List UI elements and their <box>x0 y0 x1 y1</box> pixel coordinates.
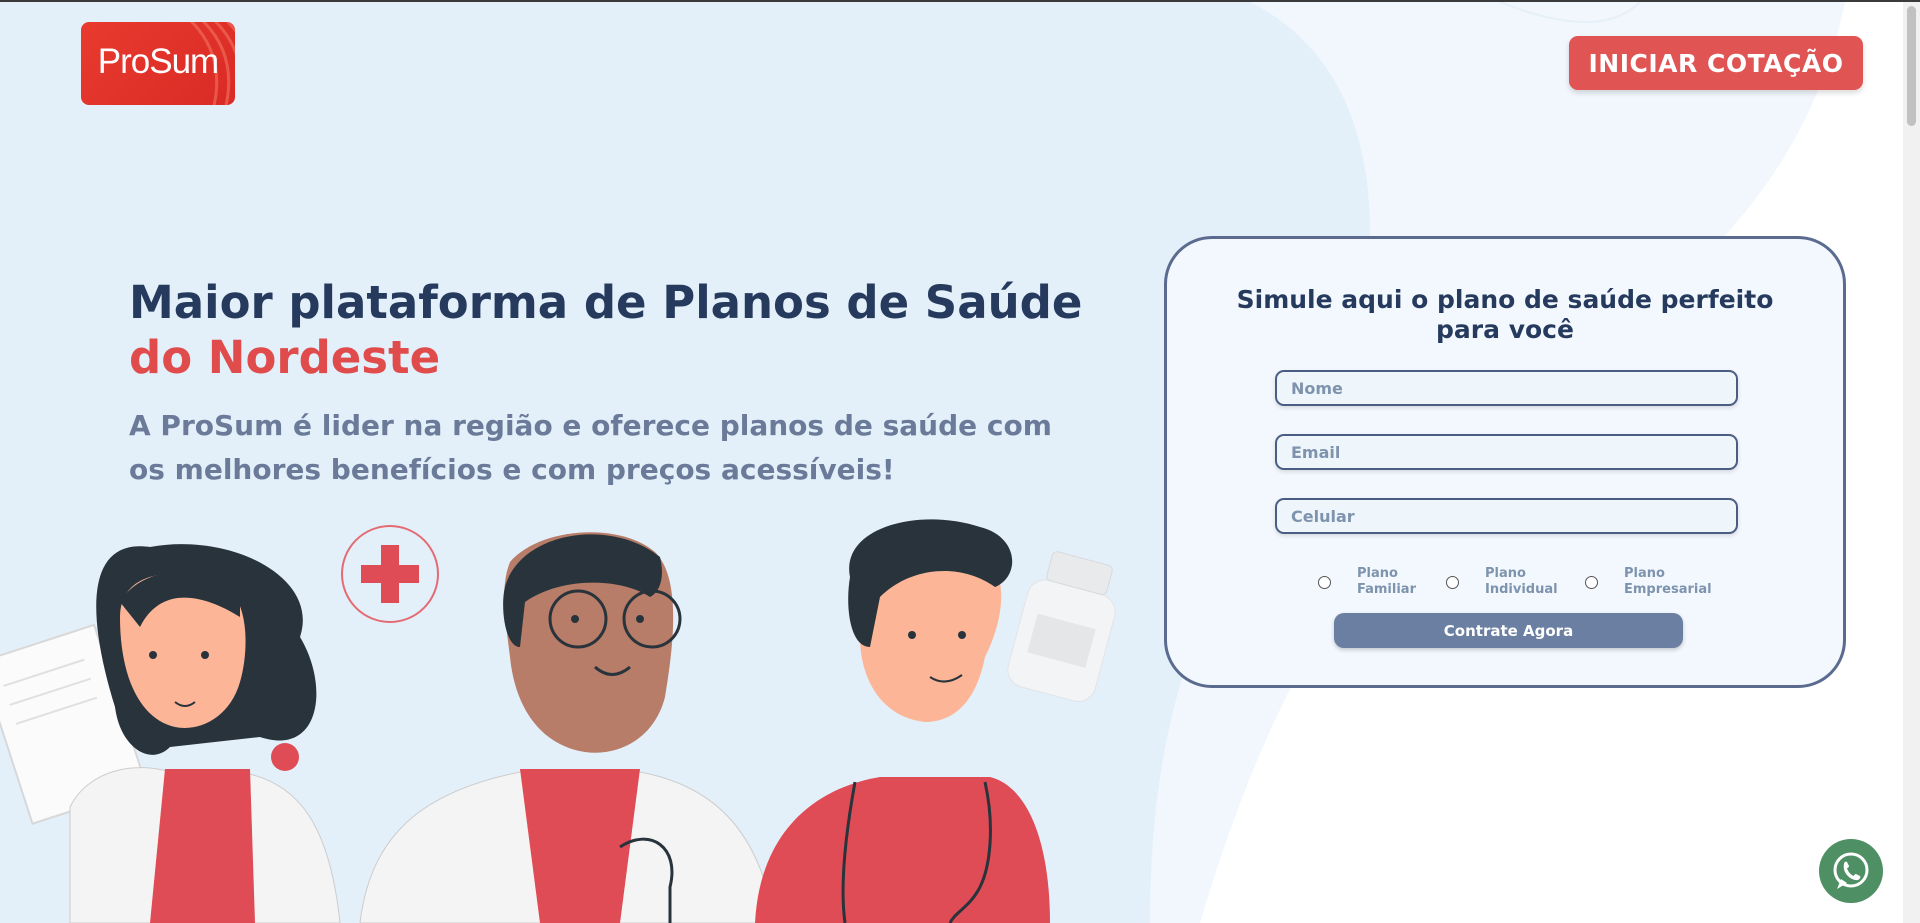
pill-bottle-illustration <box>1007 551 1116 702</box>
radio-option-familiar[interactable]: Plano Familiar <box>1318 566 1427 598</box>
radio-label: Plano Familiar <box>1357 566 1416 597</box>
whatsapp-button[interactable] <box>1819 839 1883 903</box>
headline-accent: do Nordeste <box>129 331 441 384</box>
submit-button[interactable]: Contrate Agora <box>1334 613 1683 648</box>
headline-main: Maior plataforma de Planos de Saúde <box>129 276 1083 329</box>
name-input[interactable] <box>1275 370 1738 406</box>
hero-headline: Maior plataforma de Planos de Saúde do N… <box>129 275 1089 385</box>
radio-button[interactable] <box>1318 575 1331 589</box>
man-doctor-glasses-illustration <box>359 532 776 923</box>
logo-text: ProSum <box>97 42 219 81</box>
scrollbar-thumb[interactable] <box>1907 6 1916 126</box>
quote-form-card: Simule aqui o plano de saúde perfeito pa… <box>1164 236 1846 688</box>
radio-button[interactable] <box>1585 575 1598 589</box>
radio-label: Plano Empresarial <box>1624 566 1712 597</box>
radio-option-individual[interactable]: Plano Individual <box>1446 566 1563 598</box>
phone-input[interactable] <box>1275 498 1738 534</box>
hero-subtitle: A ProSum é lider na região e oferece pla… <box>129 409 1052 486</box>
radio-option-empresarial[interactable]: Plano Empresarial <box>1585 566 1724 598</box>
radio-button[interactable] <box>1446 575 1459 589</box>
young-doctor-illustration <box>755 519 1050 923</box>
doctors-illustration <box>0 519 1116 923</box>
start-quote-button[interactable]: INICIAR COTAÇÃO <box>1569 36 1863 90</box>
form-title: Simule aqui o plano de saúde perfeito pa… <box>1236 285 1774 344</box>
plan-type-radio-group: Plano Familiar Plano Individual Plano Em… <box>1318 566 1738 606</box>
prosum-logo[interactable]: ProSum <box>81 22 235 105</box>
radio-label: Plano Individual <box>1485 566 1558 597</box>
red-cross-icon <box>341 525 439 623</box>
whatsapp-icon <box>1833 852 1869 889</box>
page-scrollbar[interactable] <box>1903 2 1920 923</box>
email-input[interactable] <box>1275 434 1738 470</box>
